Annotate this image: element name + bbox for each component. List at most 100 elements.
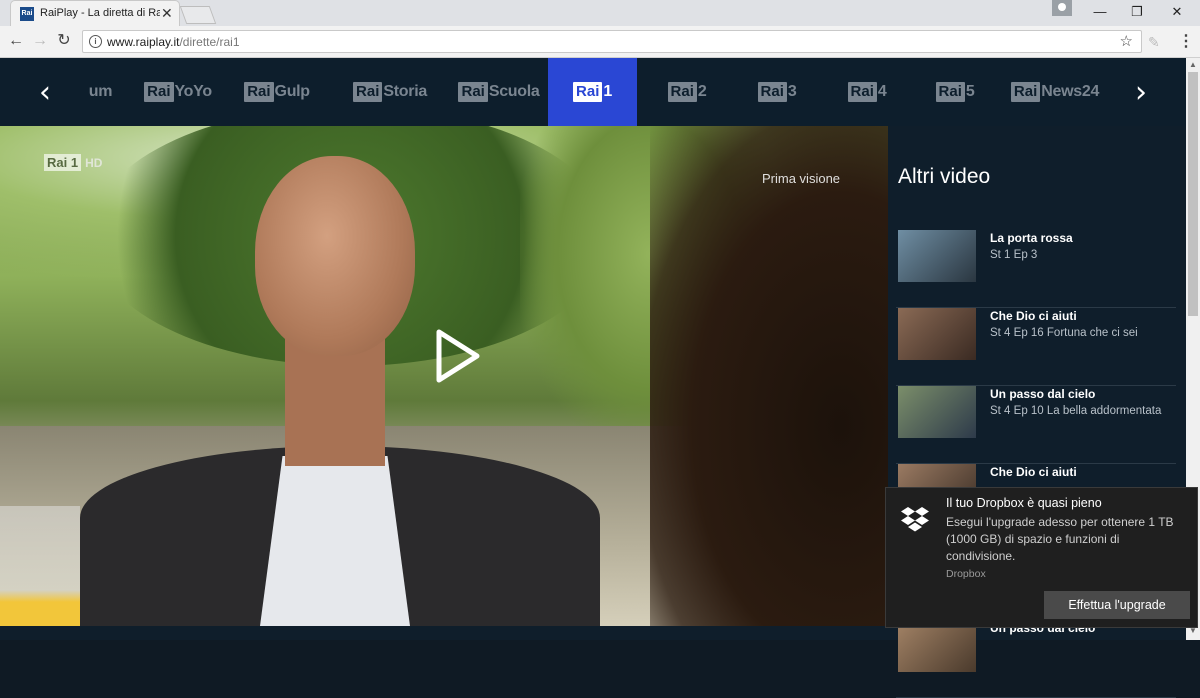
video-subtitle: St 1 Ep 3 [990, 249, 1038, 261]
user-profile-icon[interactable] [1052, 0, 1072, 16]
channel-name: um [88, 83, 113, 100]
rai-logo-box: Rai [458, 82, 488, 102]
channel-watermark-logo: Rai 1 [44, 154, 82, 171]
channel-logo: Rai 4 [847, 82, 887, 102]
channel-tab[interactable]: Rai 5 [920, 58, 990, 126]
video-title[interactable]: Che Dio ci aiuti [990, 465, 1077, 479]
notification-source: Dropbox [946, 568, 986, 580]
video-frame-person-head [255, 156, 415, 356]
url-path: /dirette/rai1 [179, 35, 240, 49]
channel-tab[interactable]: Rai Storia [340, 58, 440, 126]
sidebar-title: Altri video [898, 165, 991, 188]
channel-tab[interactable]: Rai Gulp [237, 58, 317, 126]
channel-name: 5 [965, 83, 975, 100]
video-thumbnail[interactable] [898, 230, 976, 282]
channel-tab[interactable]: um [70, 58, 130, 126]
channel-next-arrow-icon[interactable]: › [1124, 58, 1158, 126]
video-list-item[interactable]: Un passo dal cielo St 4 Ep 10 La bella ad… [896, 386, 1176, 464]
channel-watermark: Rai 1 HD [44, 154, 102, 171]
channel-tab[interactable]: Rai 3 [742, 58, 812, 126]
play-icon[interactable] [433, 328, 483, 384]
reload-icon[interactable]: ↻ [54, 31, 74, 51]
channel-navigation: ‹ um Rai YoYo Rai Gulp Rai Storia Rai Scuola Rai 1… [0, 58, 1186, 126]
restore-button[interactable]: ❐ [1122, 2, 1152, 22]
video-frame-glass [0, 506, 80, 626]
channel-tab[interactable]: Rai 4 [832, 58, 902, 126]
dropbox-notification[interactable]: Il tuo Dropbox è quasi pieno Esegui l'up… [885, 487, 1198, 628]
new-tab-button[interactable] [179, 6, 217, 24]
channel-name: Storia [383, 83, 427, 100]
channel-name: 4 [877, 83, 887, 100]
browser-toolbar: ← → ↻ i www.raiplay.it/dirette/rai1 ☆ ✎ … [0, 26, 1200, 58]
dropbox-icon [901, 507, 929, 532]
notification-title: Il tuo Dropbox è quasi pieno [946, 496, 1102, 510]
video-title[interactable]: La porta rossa [990, 231, 1073, 245]
channel-logo: Rai YoYo [144, 82, 212, 102]
video-frame-person-shirt [260, 456, 410, 626]
channel-name: Gulp [274, 83, 311, 100]
channel-name: News24 [1041, 83, 1100, 100]
rai-logo-box: Rai [935, 82, 965, 102]
channel-logo: Rai Scuola [458, 82, 540, 102]
channel-logo: Rai 5 [935, 82, 975, 102]
channel-tab[interactable]: Rai Scuola [449, 58, 549, 126]
rai-logo-box: Rai [573, 82, 603, 102]
tab-close-icon[interactable]: ✕ [161, 5, 173, 21]
channel-tab[interactable]: Rai 2 [652, 58, 722, 126]
kebab-menu-icon[interactable]: ⋮ [1178, 31, 1194, 51]
tab-title: RaiPlay - La diretta di Ra [40, 7, 160, 19]
prima-visione-label: Prima visione [762, 171, 841, 186]
bookmark-star-icon[interactable]: ☆ [1120, 32, 1133, 50]
rai-logo-box: Rai [667, 82, 697, 102]
channel-logo: um [88, 83, 113, 101]
video-title[interactable]: Che Dio ci aiuti [990, 309, 1077, 323]
video-list-item[interactable]: La porta rossa St 1 Ep 3 [896, 230, 1176, 308]
video-subtitle: St 4 Ep 10 La bella addormentata [990, 405, 1162, 417]
video-title[interactable]: Un passo dal cielo [990, 387, 1095, 401]
page-footer-strip [0, 626, 888, 640]
channel-name: 3 [787, 83, 797, 100]
channel-watermark-hd: HD [85, 155, 103, 170]
channel-logo: Rai News24 [1010, 82, 1100, 102]
rai-logo-box: Rai [144, 82, 174, 102]
minimize-button[interactable]: — [1085, 2, 1115, 22]
channel-name: 1 [603, 83, 612, 100]
window-close-button[interactable]: ✕ [1162, 2, 1192, 22]
address-bar[interactable]: i www.raiplay.it/dirette/rai1 ☆ [82, 30, 1142, 53]
notification-body: Esegui l'upgrade adesso per ottenere 1 T… [946, 515, 1174, 563]
scroll-up-arrow-icon[interactable]: ▲ [1189, 60, 1197, 69]
video-thumbnail[interactable] [898, 386, 976, 438]
video-player[interactable]: Rai 1 HD Prima visione [0, 126, 888, 626]
tab-strip: Rai RaiPlay - La diretta di Ra ✕ — ❐ ✕ [0, 0, 1200, 26]
channel-logo: Rai Gulp [244, 82, 310, 102]
url-host: www.raiplay.it [107, 35, 180, 49]
rai-logo-box: Rai [1010, 82, 1041, 102]
channel-tab[interactable]: Rai YoYo [138, 58, 218, 126]
upgrade-button[interactable]: Effettua l'upgrade [1044, 591, 1190, 619]
rai-logo-box: Rai [847, 82, 877, 102]
channel-logo: Rai 2 [667, 82, 707, 102]
video-list-item[interactable]: Un passo dal cielo [896, 620, 1176, 698]
channel-tab[interactable]: Rai 1 [548, 58, 637, 126]
channel-tab[interactable]: Rai News24 [1010, 58, 1100, 126]
url-text: www.raiplay.it/dirette/rai1 [107, 35, 240, 49]
channel-logo: Rai Storia [353, 82, 427, 102]
video-frame-foreground-hair [650, 126, 888, 626]
back-arrow-icon[interactable]: ← [6, 31, 26, 51]
rai-logo-box: Rai [353, 82, 383, 102]
channel-name: 2 [697, 83, 707, 100]
channel-name: YoYo [174, 83, 213, 100]
rai-logo-box: Rai [757, 82, 787, 102]
rai-logo-box: Rai [244, 82, 274, 102]
channel-prev-arrow-icon[interactable]: ‹ [28, 58, 62, 126]
forward-arrow-icon[interactable]: → [30, 31, 50, 51]
video-list-item[interactable]: Che Dio ci aiuti St 4 Ep 16 Fortuna che c… [896, 308, 1176, 386]
channel-name: Scuola [488, 83, 540, 100]
extension-icon[interactable]: ✎ [1148, 34, 1160, 51]
channel-logo: Rai 3 [757, 82, 797, 102]
video-thumbnail[interactable] [898, 308, 976, 360]
video-subtitle: St 4 Ep 16 Fortuna che ci sei [990, 327, 1138, 339]
scrollbar-thumb[interactable] [1188, 72, 1198, 316]
browser-tab[interactable]: Rai RaiPlay - La diretta di Ra ✕ [10, 0, 180, 26]
info-icon[interactable]: i [89, 35, 102, 48]
